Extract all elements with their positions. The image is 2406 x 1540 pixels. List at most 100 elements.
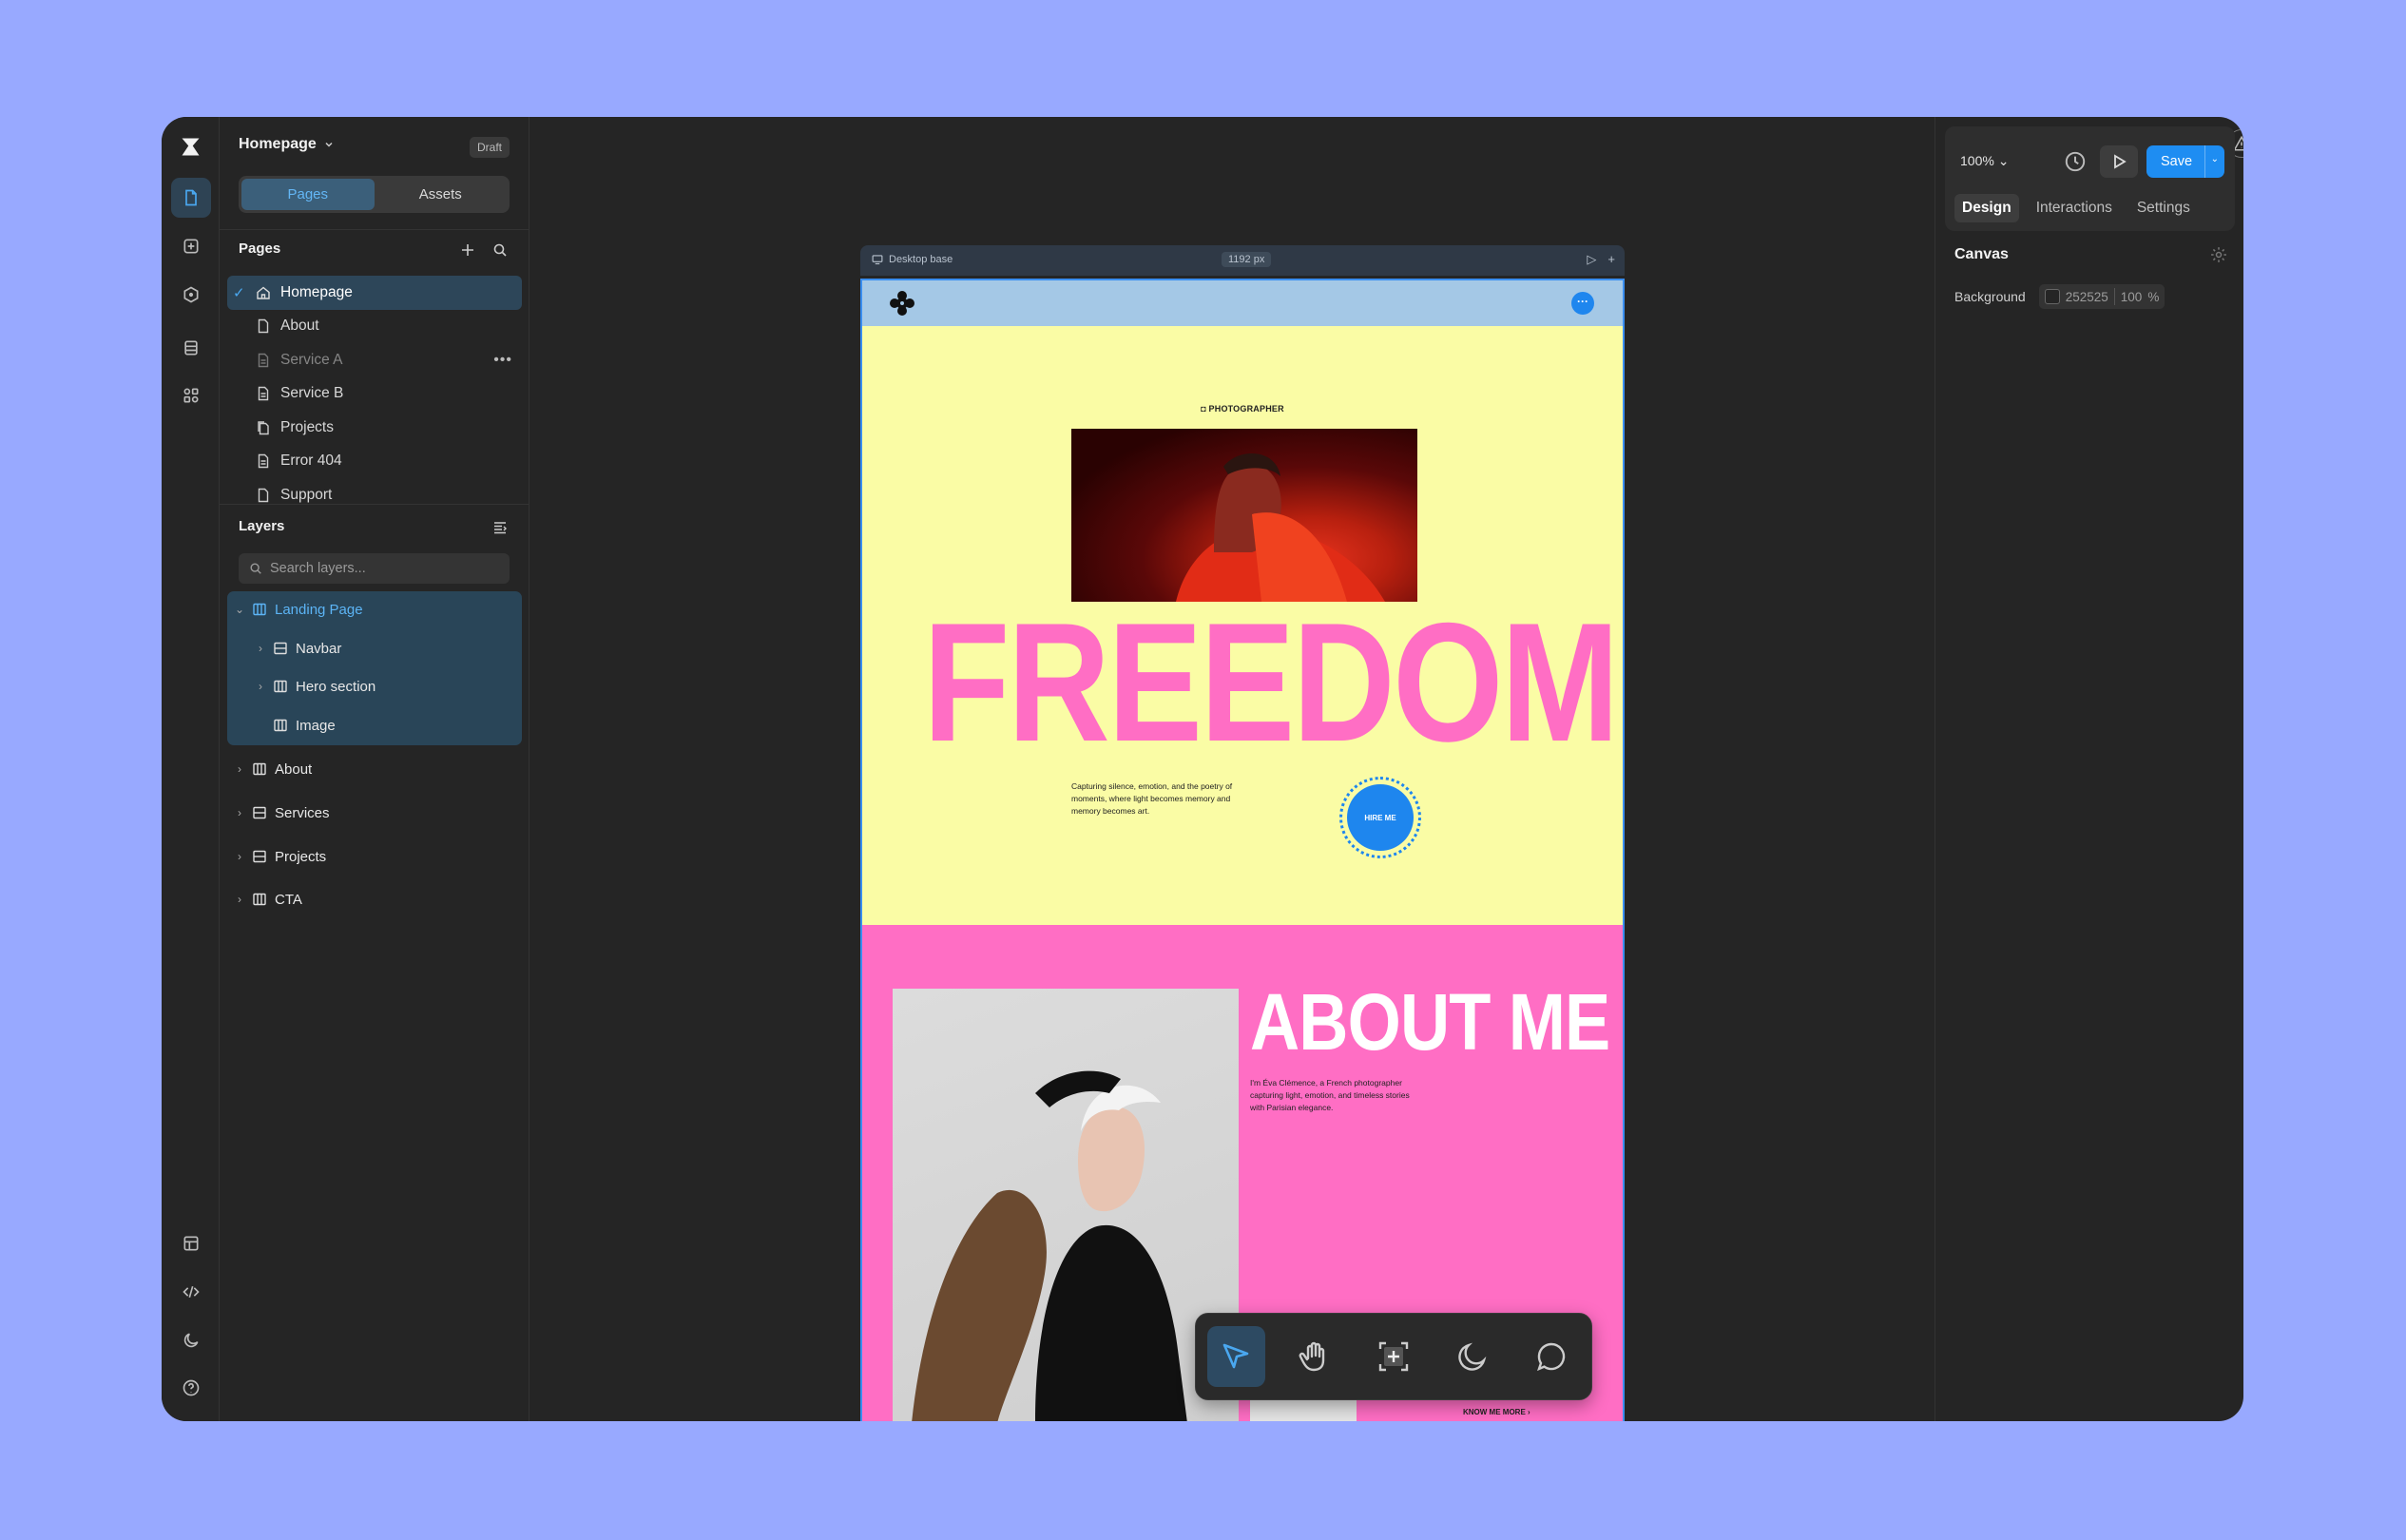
tab-settings[interactable]: Settings <box>2129 194 2198 222</box>
tab-pages[interactable]: Pages <box>241 179 375 210</box>
chevron-down-icon <box>325 142 333 147</box>
help-rail-button[interactable] <box>171 1368 211 1408</box>
flower-logo-icon <box>890 291 914 316</box>
chevron-right-icon[interactable]: › <box>235 850 244 863</box>
know-more-link[interactable]: KNOW ME MORE › <box>1463 1408 1530 1416</box>
add-rail-button[interactable] <box>171 226 211 266</box>
opacity-value[interactable]: 100 <box>2121 290 2143 304</box>
layer-landing-page[interactable]: ⌄ Landing Page <box>235 592 363 626</box>
file-text-icon <box>258 454 269 469</box>
right-panel: 100% ⌄ Save ⌄ Design Interactions Settin… <box>1934 117 2243 1421</box>
search-input[interactable]: Search layers... <box>239 553 510 584</box>
components-rail-button[interactable] <box>171 275 211 315</box>
columns-icon <box>253 603 266 616</box>
pages-list: ✓ Homepage About Service A ••• Service B… <box>227 276 522 504</box>
play-icon[interactable]: ▷ <box>1587 252 1596 267</box>
color-swatch[interactable] <box>2044 289 2060 304</box>
comment-tool[interactable] <box>1522 1326 1580 1387</box>
gear-icon[interactable] <box>2209 245 2228 264</box>
background-label: Background <box>1954 289 2026 304</box>
layer-services[interactable]: › Services <box>235 796 330 830</box>
database-icon <box>184 340 198 356</box>
files-icon <box>258 421 269 434</box>
hero-kicker: ◘ PHOTOGRAPHER <box>1201 404 1284 414</box>
canvas-toolbar <box>1195 1313 1592 1400</box>
chevron-down-icon[interactable]: ⌄ <box>2211 154 2219 164</box>
app-logo-icon[interactable] <box>178 134 203 160</box>
about-copy: I'm Éva Clémence, a French photographer … <box>1250 1078 1410 1112</box>
database-rail-button[interactable] <box>171 328 211 368</box>
theme-tool[interactable] <box>1443 1326 1501 1387</box>
layer-projects[interactable]: › Projects <box>235 839 326 874</box>
chevron-right-icon[interactable]: › <box>235 806 244 819</box>
frame-toolbar: Desktop base 1192 px ▷ + <box>860 245 1625 276</box>
design-canvas[interactable]: R Desktop base 1192 px ▷ + ··· ◘ PHOTOGR… <box>529 117 2243 1421</box>
more-options-icon[interactable]: ••• <box>493 352 512 369</box>
layer-navbar[interactable]: › Navbar <box>256 631 341 665</box>
moon-icon <box>1458 1342 1487 1371</box>
about-title[interactable]: ABOUT ME <box>1250 982 1610 1062</box>
left-panel: Homepage Draft Pages Assets Pages ✓ Home… <box>220 117 529 1421</box>
chevron-right-icon[interactable]: › <box>235 893 244 906</box>
file-text-icon <box>258 387 269 401</box>
chevron-down-icon[interactable]: ⌄ <box>235 603 244 616</box>
about-photo[interactable] <box>893 989 1239 1421</box>
chevron-right-icon[interactable]: › <box>256 680 265 693</box>
chevron-right-icon[interactable]: › <box>256 642 265 655</box>
table-rail-button[interactable] <box>171 1223 211 1263</box>
portrait-image <box>912 1070 1187 1421</box>
file-text-icon <box>258 353 269 367</box>
page-title: Homepage <box>239 136 317 152</box>
menu-icon[interactable]: ··· <box>1571 292 1594 315</box>
page-item-homepage[interactable]: ✓ Homepage <box>227 276 522 310</box>
page-item-service-a[interactable]: Service A ••• <box>227 343 522 377</box>
status-badge: Draft <box>469 137 510 158</box>
apps-icon <box>183 388 199 403</box>
page-item-projects[interactable]: Projects <box>227 411 522 445</box>
search-icon[interactable] <box>492 242 508 258</box>
hero-photo[interactable] <box>1071 429 1417 602</box>
preview-button[interactable] <box>2100 145 2138 178</box>
camera-icon: ◘ <box>1201 404 1209 414</box>
pages-rail-button[interactable] <box>171 178 211 218</box>
hero-section-preview[interactable]: ◘ PHOTOGRAPHER FREEDOM Capturing silence… <box>862 326 1623 925</box>
inspector-tabs: Design Interactions Settings <box>1954 194 2198 222</box>
save-button[interactable]: Save ⌄ <box>2146 145 2224 178</box>
hire-me-button[interactable]: HIRE ME <box>1339 777 1421 858</box>
tab-design[interactable]: Design <box>1954 194 2019 222</box>
help-icon <box>183 1379 200 1396</box>
code-rail-button[interactable] <box>171 1272 211 1312</box>
page-selector[interactable]: Homepage <box>239 136 334 153</box>
layer-about[interactable]: › About <box>235 752 312 786</box>
rows-icon <box>253 806 266 819</box>
frame-add-icon <box>1378 1341 1409 1372</box>
desktop-frame[interactable]: ··· ◘ PHOTOGRAPHER FREEDOM Capturing sil… <box>860 279 1625 1421</box>
rows-icon <box>253 850 266 863</box>
theme-rail-button[interactable] <box>171 1320 211 1360</box>
select-tool[interactable] <box>1207 1326 1265 1387</box>
background-color-field[interactable]: 252525 100 % <box>2038 284 2165 309</box>
panel-tabs: Pages Assets <box>239 176 510 213</box>
hand-tool[interactable] <box>1286 1326 1344 1387</box>
frame-label: Desktop base <box>889 254 953 265</box>
zoom-select[interactable]: 100% ⌄ <box>1960 153 2009 169</box>
page-item-error-404[interactable]: Error 404 <box>227 445 522 479</box>
page-item-service-b[interactable]: Service B <box>227 377 522 412</box>
hero-title[interactable]: FREEDOM <box>923 598 1619 767</box>
page-item-about[interactable]: About <box>227 310 522 344</box>
add-page-icon[interactable] <box>460 242 475 258</box>
tab-interactions[interactable]: Interactions <box>2029 194 2120 222</box>
history-icon[interactable] <box>2063 149 2088 174</box>
add-breakpoint-icon[interactable]: + <box>1607 252 1615 267</box>
layer-cta[interactable]: › CTA <box>235 882 302 916</box>
navbar-preview[interactable]: ··· <box>862 280 1623 326</box>
tab-assets[interactable]: Assets <box>375 179 508 210</box>
apps-rail-button[interactable] <box>171 375 211 415</box>
chevron-right-icon[interactable]: › <box>235 762 244 776</box>
layer-hero-section[interactable]: › Hero section <box>256 669 375 703</box>
layers-filter-icon[interactable] <box>492 520 508 535</box>
plus-square-icon <box>183 239 199 254</box>
layer-image[interactable]: Image <box>256 708 336 742</box>
page-item-support[interactable]: Support <box>227 478 522 504</box>
frame-tool[interactable] <box>1365 1326 1423 1387</box>
